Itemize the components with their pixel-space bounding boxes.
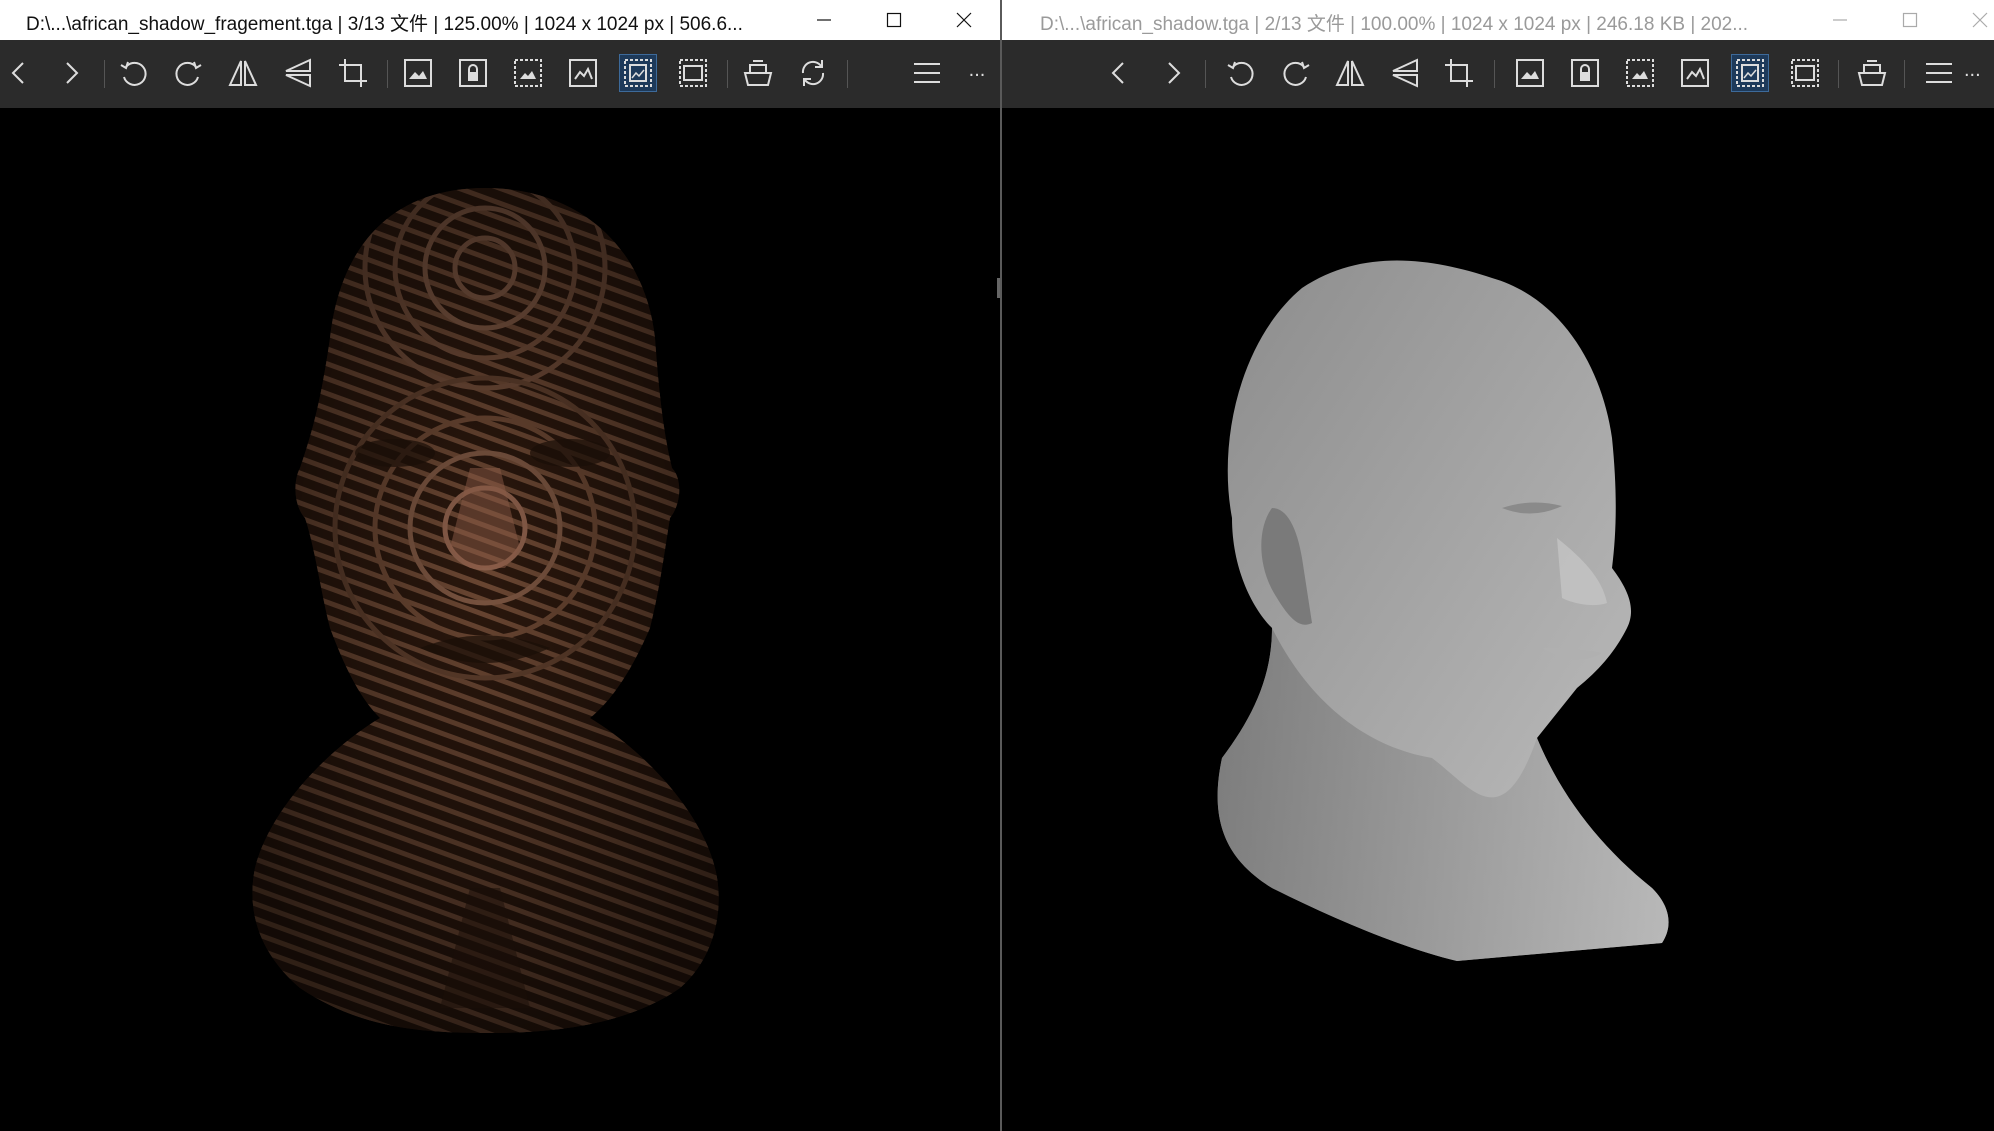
flip-horizontal-button[interactable] — [224, 54, 262, 92]
title-bar[interactable]: D:\...\african_shadow.tga | 2/13 文件 | 10… — [1002, 0, 1994, 40]
chevron-right-icon — [66, 62, 79, 84]
rotate-left-icon — [120, 61, 147, 86]
print-icon — [743, 60, 773, 86]
chevron-left-icon — [1111, 62, 1124, 84]
refresh-button[interactable] — [794, 54, 832, 92]
crop-button[interactable] — [1440, 54, 1478, 92]
fit-image-icon — [404, 59, 432, 87]
chevron-right-icon — [1168, 62, 1181, 84]
minimize-button[interactable] — [1808, 0, 1872, 40]
close-button[interactable] — [1948, 0, 1994, 40]
maximize-button[interactable] — [862, 0, 926, 40]
lock-zoom-button[interactable] — [454, 54, 492, 92]
rotate-right-icon — [175, 61, 202, 86]
minimize-button[interactable] — [792, 0, 856, 40]
menu-icon — [914, 63, 940, 83]
fit-image-button[interactable] — [399, 54, 437, 92]
previous-button[interactable] — [1100, 54, 1138, 92]
actual-size-button[interactable] — [1621, 54, 1659, 92]
chevron-left-icon — [11, 62, 24, 84]
fill-window-button[interactable] — [1786, 54, 1824, 92]
actual-size-button[interactable] — [509, 54, 547, 92]
crop-button[interactable] — [334, 54, 372, 92]
rotate-left-icon — [1227, 61, 1254, 86]
minimize-icon — [1833, 19, 1847, 21]
title-bar[interactable]: D:\...\african_shadow_fragement.tga | 3/… — [0, 0, 1000, 40]
flip-vertical-icon — [1392, 58, 1418, 88]
fill-window-icon — [1791, 59, 1819, 87]
menu-button[interactable] — [908, 54, 946, 92]
fit-image-button[interactable] — [1511, 54, 1549, 92]
maximize-button[interactable] — [1878, 0, 1942, 40]
crop-icon — [339, 59, 367, 87]
menu-icon — [1926, 63, 1952, 83]
print-icon — [1857, 60, 1887, 86]
fit-window-icon — [1736, 59, 1764, 87]
flip-vertical-button[interactable] — [1386, 54, 1424, 92]
fit-window-icon — [624, 59, 652, 87]
fit-window-button[interactable] — [619, 54, 657, 92]
actual-size-icon — [1626, 59, 1654, 87]
rotate-right-button[interactable] — [1277, 54, 1315, 92]
refresh-icon — [801, 60, 825, 86]
window-title: D:\...\african_shadow.tga | 2/13 文件 | 10… — [1040, 14, 1749, 35]
fill-window-icon — [679, 59, 707, 87]
african-head-shadow-image — [1217, 260, 1669, 961]
fit-window-button[interactable] — [1731, 54, 1769, 92]
actual-size-icon — [514, 59, 542, 87]
crop-icon — [1445, 59, 1473, 87]
african-head-fragment-image — [252, 188, 719, 1033]
rotate-right-icon — [1283, 61, 1310, 86]
lock-icon — [1571, 59, 1599, 87]
lock-zoom-button[interactable] — [1566, 54, 1604, 92]
maximize-icon — [886, 12, 902, 28]
flip-vertical-icon — [285, 58, 311, 88]
image-viewport[interactable] — [0, 108, 1000, 1131]
close-icon — [1972, 12, 1988, 28]
more-button[interactable]: ... — [1964, 54, 1994, 92]
toolbar: ... — [0, 40, 1000, 108]
more-button[interactable]: ... — [958, 54, 996, 92]
fit-width-button[interactable] — [1676, 54, 1714, 92]
maximize-icon — [1902, 12, 1918, 28]
fill-window-button[interactable] — [674, 54, 712, 92]
toolbar: ... — [1002, 40, 1994, 108]
flip-horizontal-button[interactable] — [1331, 54, 1369, 92]
fit-width-icon — [569, 59, 597, 87]
fit-image-icon — [1516, 59, 1544, 87]
fit-width-button[interactable] — [564, 54, 602, 92]
fit-width-icon — [1681, 59, 1709, 87]
image-viewer-window-right: D:\...\african_shadow.tga | 2/13 文件 | 10… — [1002, 0, 1994, 1131]
flip-vertical-button[interactable] — [279, 54, 317, 92]
next-button[interactable] — [1154, 54, 1192, 92]
rotate-left-button[interactable] — [1222, 54, 1260, 92]
menu-button[interactable] — [1920, 54, 1958, 92]
lock-icon — [459, 59, 487, 87]
image-viewer-window-left: D:\...\african_shadow_fragement.tga | 3/… — [0, 0, 1000, 1131]
print-button[interactable] — [739, 54, 777, 92]
print-button[interactable] — [1853, 54, 1891, 92]
image-viewport[interactable] — [1002, 108, 1994, 1131]
window-title: D:\...\african_shadow_fragement.tga | 3/… — [26, 14, 743, 35]
previous-button[interactable] — [0, 54, 38, 92]
next-button[interactable] — [52, 54, 90, 92]
minimize-icon — [817, 19, 831, 21]
flip-horizontal-icon — [1335, 60, 1365, 86]
close-icon — [956, 12, 972, 28]
rotate-left-button[interactable] — [115, 54, 153, 92]
flip-horizontal-icon — [228, 60, 258, 86]
rotate-right-button[interactable] — [169, 54, 207, 92]
close-button[interactable] — [932, 0, 996, 40]
